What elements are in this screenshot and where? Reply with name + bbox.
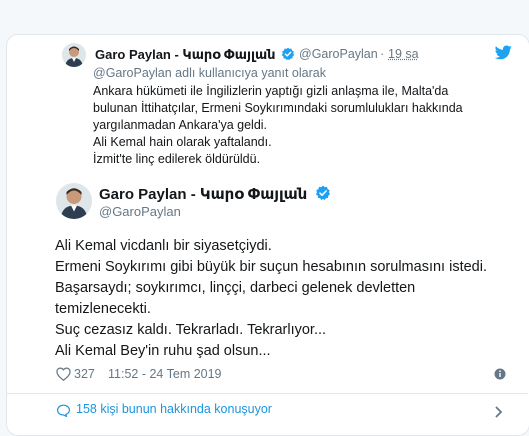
tweet-line: Ermeni Soykırımı gibi büyük bir suçun he… bbox=[55, 259, 487, 275]
quoted-line: Ali Kemal hain olarak yaftalandı. bbox=[93, 135, 272, 149]
chat-bubble-icon[interactable] bbox=[56, 404, 71, 422]
quoted-author-avatar[interactable] bbox=[62, 43, 86, 67]
heart-icon[interactable] bbox=[56, 367, 71, 384]
main-author-handle[interactable]: @GaroPaylan bbox=[99, 204, 181, 219]
quoted-author-name[interactable]: Garo Paylan - Կարօ Փայլան bbox=[95, 47, 276, 63]
tweet-line: temizlenecekti. bbox=[55, 301, 151, 317]
quoted-time[interactable]: 19 sa bbox=[388, 47, 419, 61]
reply-context[interactable]: @GaroPaylan adlı kullanıcıya yanıt olara… bbox=[93, 66, 326, 80]
verified-badge-icon bbox=[281, 47, 295, 66]
tweet-line: Başarsaydı; soykırımcı, linççi, darbeci … bbox=[55, 280, 416, 296]
quoted-line: bulunan İttihatçılar, Ermeni Soykırımınd… bbox=[93, 101, 463, 115]
quoted-line: Ankara hükümeti ile İngilizlerin yaptığı… bbox=[93, 84, 449, 98]
tweet-line: Ali Kemal Bey'in ruhu şad olsun... bbox=[55, 343, 271, 359]
main-author-avatar[interactable] bbox=[56, 183, 92, 219]
tweet-footer: 327 11:52 - 24 Tem 2019 bbox=[56, 366, 516, 386]
quoted-author-handle[interactable]: @GaroPaylan bbox=[299, 47, 378, 61]
main-tweet-text: Ali Kemal vicdanlı bir siyasetçiydi. Erm… bbox=[55, 236, 487, 362]
info-icon[interactable] bbox=[494, 368, 506, 383]
conversation-link[interactable]: 158 kişi bunun hakkında konuşuyor bbox=[76, 402, 272, 416]
main-author-name[interactable]: Garo Paylan - Կարօ Փայլան bbox=[99, 185, 307, 203]
twitter-bird-icon[interactable] bbox=[494, 45, 512, 65]
like-count[interactable]: 327 bbox=[74, 367, 95, 381]
quoted-line: yargılanmadan Ankara'ya geldi. bbox=[93, 118, 268, 132]
tweet-timestamp[interactable]: 11:52 - 24 Tem 2019 bbox=[108, 367, 222, 381]
chevron-right-icon[interactable] bbox=[494, 405, 504, 423]
tweet-line: Ali Kemal vicdanlı bir siyasetçiydi. bbox=[55, 238, 272, 254]
quoted-tweet-text: Ankara hükümeti ile İngilizlerin yaptığı… bbox=[93, 83, 463, 168]
quoted-separator: · bbox=[380, 47, 385, 61]
tweet-line: Suç cezasız kaldı. Tekrarladı. Tekrarlıy… bbox=[55, 322, 327, 338]
footer-divider bbox=[6, 393, 528, 394]
quoted-line: İzmit'te linç edilerek öldürüldü. bbox=[93, 152, 261, 166]
verified-badge-icon bbox=[315, 185, 331, 206]
